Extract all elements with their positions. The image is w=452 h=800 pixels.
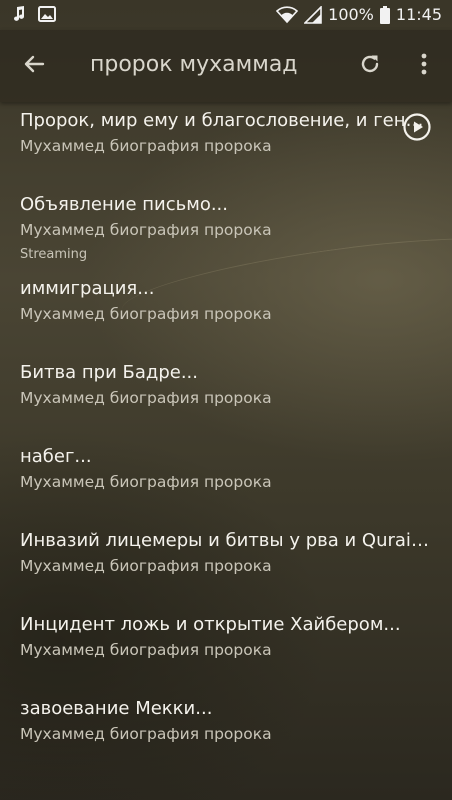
status-bar: 100% 11:45	[0, 0, 452, 30]
item-title: Инвазий лицемеры и битвы у рва и Quraiza	[20, 530, 430, 551]
item-title: набег...	[20, 446, 92, 467]
episode-list: Пророк, мир ему и благословение, и генеа…	[0, 102, 452, 774]
item-subtitle: Мухаммед биография пророка	[20, 473, 272, 491]
list-item[interactable]: Битва при Бадре... Мухаммед биография пр…	[0, 354, 452, 438]
item-title: Инцидент ложь и открытие Хайбером...	[20, 614, 401, 635]
list-item[interactable]: Инвазий лицемеры и битвы у рва и Quraiza…	[0, 522, 452, 606]
item-title: Объявление письмо...	[20, 194, 228, 215]
music-note-icon	[12, 5, 26, 23]
item-subtitle: Мухаммед биография пророка	[20, 389, 272, 407]
item-title: иммиграция...	[20, 278, 155, 299]
play-circle-icon	[402, 113, 432, 146]
status-right-icons: 100% 11:45	[276, 5, 442, 24]
app-toolbar: пророк мухаммад	[0, 30, 452, 102]
signal-icon	[304, 5, 322, 24]
toolbar-title: пророк мухаммад	[90, 52, 298, 77]
item-title: завоевание Мекки...	[20, 698, 213, 719]
wifi-icon	[276, 5, 299, 24]
item-subtitle: Мухаммед биография пророка	[20, 137, 272, 155]
item-subtitle: Мухаммед биография пророка	[20, 641, 272, 659]
item-subtitle: Мухаммед биография пророка	[20, 305, 272, 323]
play-button[interactable]	[402, 112, 432, 142]
list-item[interactable]: иммиграция... Мухаммед биография пророка	[0, 270, 452, 354]
streaming-label: Streaming	[20, 247, 88, 262]
refresh-button[interactable]	[352, 48, 388, 84]
refresh-icon	[358, 52, 382, 80]
clock: 11:45	[395, 5, 442, 24]
back-arrow-icon	[22, 52, 46, 80]
list-item[interactable]: Пророк, мир ему и благословение, и генеа…	[0, 102, 452, 186]
image-icon	[38, 6, 56, 22]
item-subtitle: Мухаммед биография пророка	[20, 725, 272, 743]
list-item[interactable]: Инцидент ложь и открытие Хайбером... Мух…	[0, 606, 452, 690]
more-options-button[interactable]	[410, 48, 438, 84]
back-button[interactable]	[16, 48, 52, 84]
battery-percent: 100%	[328, 5, 374, 24]
list-item[interactable]: набег... Мухаммед биография пророка	[0, 438, 452, 522]
more-vert-icon	[421, 53, 427, 79]
app-screen: 100% 11:45 пророк мухаммад Пророк, мир е…	[0, 0, 452, 800]
item-subtitle: Мухаммед биография пророка	[20, 221, 272, 239]
item-subtitle: Мухаммед биография пророка	[20, 557, 272, 575]
battery-icon	[379, 5, 390, 24]
item-title: Пророк, мир ему и благословение, и генеа…	[20, 110, 430, 131]
item-title: Битва при Бадре...	[20, 362, 198, 383]
list-item[interactable]: Объявление письмо... Мухаммед биография …	[0, 186, 452, 270]
status-left-icons	[12, 5, 56, 23]
list-item[interactable]: завоевание Мекки... Мухаммед биография п…	[0, 690, 452, 774]
